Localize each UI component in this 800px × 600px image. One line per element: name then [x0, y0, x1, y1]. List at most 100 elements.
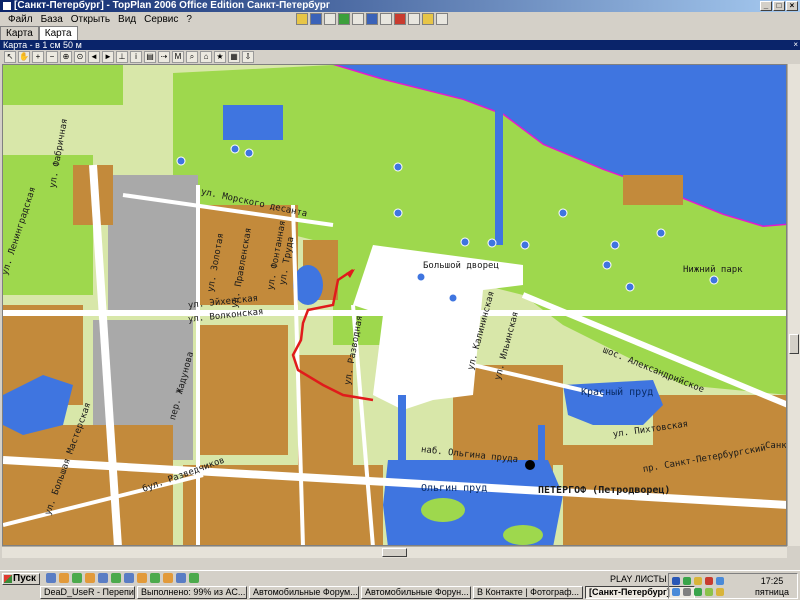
map-canvas[interactable]: ул. Морского десанта ул. Ленинградская у…: [2, 64, 787, 546]
zoom-full-icon[interactable]: ⊙: [74, 51, 86, 63]
pointer-icon[interactable]: ↖: [4, 51, 16, 63]
menu-help[interactable]: ?: [182, 14, 196, 25]
tray-drive-icon[interactable]: [683, 588, 691, 596]
map-horizontal-scrollbar[interactable]: [2, 546, 787, 558]
back-icon[interactable]: ◄: [88, 51, 100, 63]
address-icon[interactable]: ⌂: [200, 51, 212, 63]
tab-map-1[interactable]: Карта: [0, 26, 39, 40]
grid-icon[interactable]: [352, 13, 364, 25]
hand-icon[interactable]: ✋: [18, 51, 30, 63]
task-button-4[interactable]: Автомобильные Форун...: [361, 586, 471, 599]
tray-icq-icon[interactable]: [705, 588, 713, 596]
church-icon: [525, 460, 535, 470]
label-sankt: Санкт: [765, 441, 787, 451]
zoom-in-icon[interactable]: +: [32, 51, 44, 63]
map-toolbar: ↖ ✋ + − ⊕ ⊙ ◄ ► ⊥ i ▤ ⇢ M ⌕ ⌂ ★ ▦ ⇩: [0, 50, 800, 64]
layer-icon[interactable]: ▤: [144, 51, 156, 63]
map-drawing: [3, 65, 786, 545]
olgin-island-1: [421, 498, 465, 522]
system-clock[interactable]: 17:25 пятница: [755, 576, 789, 598]
bookmark-icon[interactable]: ★: [214, 51, 226, 63]
tray-av-icon[interactable]: [705, 577, 713, 585]
window-icon[interactable]: [366, 13, 378, 25]
ql-icon-2[interactable]: [59, 573, 69, 583]
label-olgin-prud: Ольгин пруд: [421, 483, 488, 494]
window-titlebar: [Санкт-Петербург] - TopPlan 2006 Office …: [0, 0, 800, 12]
system-tray: 17:25 пятница: [668, 573, 798, 599]
ql-icon-11[interactable]: [176, 573, 186, 583]
label-lower-park: Нижний парк: [683, 265, 743, 275]
east-canal: [538, 425, 545, 470]
menu-base[interactable]: База: [37, 14, 67, 25]
panel-close-icon[interactable]: ×: [793, 40, 798, 50]
measure-icon[interactable]: ⊥: [116, 51, 128, 63]
play-lists-label[interactable]: PLAY ЛИСТЫ: [610, 574, 667, 584]
ql-icon-4[interactable]: [85, 573, 95, 583]
menu-view[interactable]: Вид: [114, 14, 140, 25]
tray-sound-icon[interactable]: [694, 577, 702, 585]
task-button-3[interactable]: Автомобильные Форум...: [249, 586, 359, 599]
built-block-13: [623, 175, 683, 205]
route-tool-icon[interactable]: ⇢: [158, 51, 170, 63]
forward-icon[interactable]: ►: [102, 51, 114, 63]
upper-pond: [223, 105, 283, 140]
layers-icon[interactable]: [338, 13, 350, 25]
label-krasny-prud: Красный пруд: [581, 387, 654, 398]
metro-icon[interactable]: M: [172, 51, 184, 63]
clock-time: 17:25: [760, 576, 784, 586]
olgin-island-2: [503, 525, 543, 545]
clock-day: пятница: [754, 587, 789, 597]
export-icon[interactable]: ⇩: [242, 51, 254, 63]
menu-service[interactable]: Сервис: [140, 14, 182, 25]
task-button-5[interactable]: В Контакте | Фотограф...: [473, 586, 583, 599]
menu-file[interactable]: Файл: [4, 14, 37, 25]
menu-open[interactable]: Открыть: [67, 14, 114, 25]
tray-power-icon[interactable]: [716, 588, 724, 596]
start-button[interactable]: Пуск: [2, 573, 40, 585]
built-block-3: [198, 325, 288, 455]
print-map-icon[interactable]: ▦: [228, 51, 240, 63]
tray-lang-icon[interactable]: [672, 577, 680, 585]
ql-icon-1[interactable]: [46, 573, 56, 583]
print-icon[interactable]: [324, 13, 336, 25]
settings-icon[interactable]: [436, 13, 448, 25]
quick-launch: [46, 573, 199, 583]
task-button-1[interactable]: DeaD_UseR - Переписка: [40, 586, 135, 599]
info-icon[interactable]: i: [130, 51, 142, 63]
ql-icon-9[interactable]: [150, 573, 160, 583]
maximize-button[interactable]: □: [773, 1, 785, 11]
windows-taskbar: Пуск DeaD_UseR - Переписка Выполнено: 99…: [0, 570, 800, 600]
close-button[interactable]: ×: [786, 1, 798, 11]
ql-icon-12[interactable]: [189, 573, 199, 583]
vscroll-thumb[interactable]: [789, 334, 799, 354]
tab-map-2[interactable]: Карта: [38, 26, 78, 40]
ql-icon-6[interactable]: [111, 573, 121, 583]
app-icon: [2, 1, 12, 11]
hscroll-thumb[interactable]: [382, 548, 407, 557]
open-folder-icon[interactable]: [296, 13, 308, 25]
minimize-button[interactable]: _: [760, 1, 772, 11]
zoom-out-icon[interactable]: −: [46, 51, 58, 63]
map-vertical-scrollbar[interactable]: [787, 64, 800, 546]
tray-msg-icon[interactable]: [716, 577, 724, 585]
save-icon[interactable]: [310, 13, 322, 25]
tray-update-icon[interactable]: [672, 588, 680, 596]
ql-icon-10[interactable]: [163, 573, 173, 583]
route-icon[interactable]: [394, 13, 406, 25]
ql-icon-8[interactable]: [137, 573, 147, 583]
tray-torrent-icon[interactable]: [694, 588, 702, 596]
tray-net-icon[interactable]: [683, 577, 691, 585]
ql-icon-3[interactable]: [72, 573, 82, 583]
south-canal: [398, 395, 406, 465]
properties-icon[interactable]: [408, 13, 420, 25]
search-icon[interactable]: ⌕: [186, 51, 198, 63]
ql-icon-5[interactable]: [98, 573, 108, 583]
task-button-2[interactable]: Выполнено: 99% из АС...: [137, 586, 247, 599]
legend-icon[interactable]: [422, 13, 434, 25]
map-panel-title: Карта - в 1 см 50 м ×: [0, 40, 800, 50]
zoom-window-icon[interactable]: ⊕: [60, 51, 72, 63]
sea-canal: [495, 65, 503, 245]
ql-icon-7[interactable]: [124, 573, 134, 583]
tile-icon[interactable]: [380, 13, 392, 25]
window-controls: _ □ ×: [760, 1, 798, 11]
